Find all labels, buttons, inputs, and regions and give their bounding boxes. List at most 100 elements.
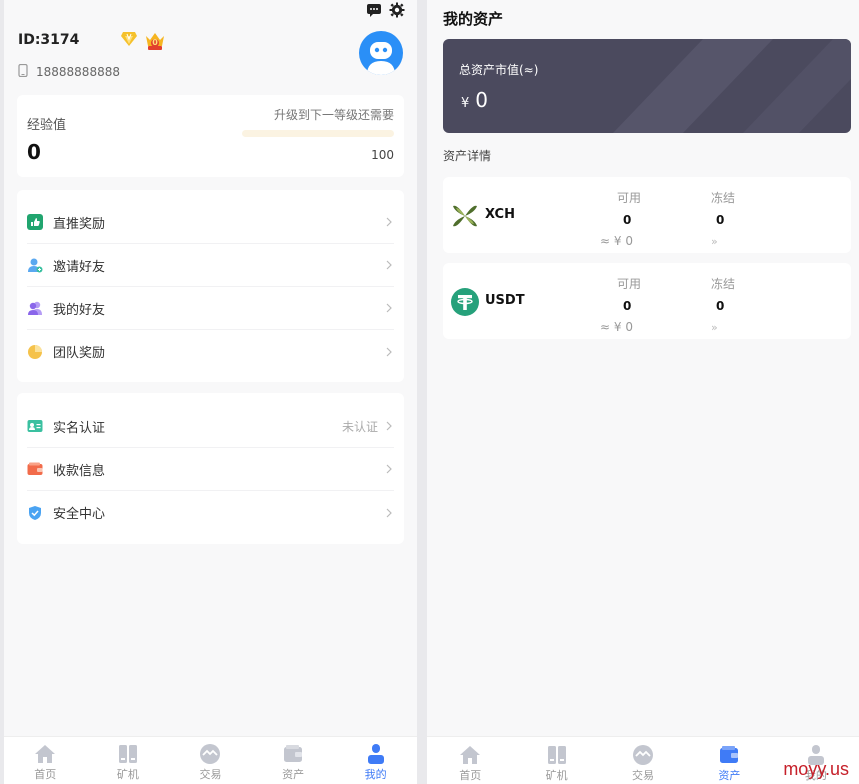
wallet-icon: [27, 461, 43, 477]
menu-item-security-center[interactable]: 安全中心: [27, 491, 394, 534]
next-level-hint: 升级到下一等级还需要: [273, 108, 394, 122]
tab-assets[interactable]: 资产: [686, 737, 772, 784]
chevron-right-icon: [386, 464, 392, 474]
tab-trade[interactable]: 交易: [600, 737, 686, 784]
card-background-decoration: [613, 39, 851, 133]
experience-max: 100: [371, 148, 394, 162]
frozen-amount: 0: [716, 213, 725, 227]
cny-value: ≈ ¥ 0: [600, 320, 633, 334]
menu-item-my-friends[interactable]: 我的好友: [27, 287, 394, 330]
assets-screen: 我的资产 总资产市值(≈) ¥0 资产详情 XCH 可用 冻结 0 0 ≈ ¥ …: [427, 0, 859, 784]
chevron-right-icon: [386, 347, 392, 356]
robot-avatar-icon: [367, 42, 395, 75]
tab-label: 首页: [34, 768, 57, 781]
miner-icon: [118, 745, 137, 763]
rewards-menu: 直推奖励 邀请好友 我的好友 团队奖励: [17, 190, 404, 382]
total-assets-card: 总资产市值(≈) ¥0: [443, 39, 851, 133]
user-id: ID:3174: [18, 32, 80, 48]
chevron-right-icon: [386, 303, 392, 313]
tab-label: 资产: [718, 769, 741, 782]
profile-screen: ID:3174 0 18888888888 经验值 0 升级到下一等级还需要 1…: [4, 0, 417, 784]
cny-value: ≈ ¥ 0: [600, 234, 633, 248]
tab-label: 矿机: [116, 768, 139, 781]
asset-card-usdt[interactable]: USDT 可用 冻结 0 0 ≈ ¥ 0 »: [443, 263, 851, 339]
phone-row: 18888888888: [18, 63, 120, 80]
menu-item-payment-info[interactable]: 收款信息: [27, 448, 394, 491]
tab-label: 首页: [459, 769, 482, 782]
experience-progress-bar: [242, 130, 394, 137]
menu-item-label: 团队奖励: [53, 346, 106, 361]
menu-item-label: 我的好友: [53, 302, 106, 318]
chevron-right-icon: [386, 508, 392, 517]
thumbs-up-icon: [27, 214, 43, 230]
page-title: 我的资产: [443, 10, 504, 28]
menu-item-team-reward[interactable]: 团队奖励: [27, 330, 394, 373]
tab-trade[interactable]: 交易: [169, 737, 252, 784]
menu-item-label: 直推奖励: [53, 216, 106, 232]
tether-icon: [451, 288, 479, 316]
tab-home[interactable]: 首页: [4, 737, 87, 784]
chevron-right-icon: [386, 260, 392, 270]
watermark-text: moyy.us: [783, 759, 849, 779]
level-badges: 0: [120, 30, 166, 52]
available-amount: 0: [623, 299, 632, 313]
frozen-header: 冻结: [711, 277, 736, 291]
asset-details-label: 资产详情: [443, 149, 492, 163]
menu-item-label: 实名认证: [53, 420, 106, 436]
menu-item-real-name[interactable]: 实名认证 未认证: [27, 405, 394, 448]
exchange-icon: [633, 745, 654, 765]
menu-item-label: 安全中心: [53, 507, 106, 522]
menu-item-direct-reward[interactable]: 直推奖励: [27, 201, 394, 244]
tab-label: 资产: [282, 768, 305, 781]
menu-item-label: 收款信息: [53, 463, 106, 479]
phone-number: 18888888888: [36, 65, 120, 79]
coin-name: XCH: [485, 207, 515, 222]
avatar[interactable]: [359, 31, 403, 75]
menu-item-label: 邀请好友: [53, 259, 106, 275]
tab-label: 交易: [632, 769, 655, 782]
frozen-amount: 0: [716, 299, 725, 313]
double-chevron-right-icon: »: [711, 321, 718, 334]
user-icon: [367, 744, 384, 764]
chia-icon: [453, 205, 477, 227]
tab-miner[interactable]: 矿机: [513, 737, 599, 784]
shield-icon: [27, 505, 43, 521]
user-add-icon: [27, 257, 43, 273]
total-assets-value: ¥0: [461, 88, 488, 112]
available-header: 可用: [617, 191, 642, 205]
tab-label: 矿机: [545, 769, 568, 782]
experience-card: 经验值 0 升级到下一等级还需要 100: [17, 95, 404, 177]
double-chevron-right-icon: »: [711, 235, 718, 248]
verification-status: 未认证: [341, 419, 378, 434]
chevron-right-icon: [386, 421, 392, 431]
total-assets-label: 总资产市值(≈): [459, 63, 539, 77]
wallet-icon: [720, 746, 739, 763]
pie-chart-icon: [27, 344, 43, 360]
tab-assets[interactable]: 资产: [252, 737, 335, 784]
tab-miner[interactable]: 矿机: [87, 737, 170, 784]
crown-badge-icon: 0: [144, 30, 166, 52]
top-icons: [366, 2, 405, 18]
currency-symbol: ¥: [461, 96, 470, 111]
bottom-tab-bar: 首页 矿机 交易 资产 我的: [4, 736, 417, 784]
menu-item-invite-friends[interactable]: 邀请好友: [27, 244, 394, 287]
tab-label: 我的: [364, 768, 387, 781]
diamond-icon: [120, 31, 138, 51]
available-amount: 0: [623, 213, 632, 227]
message-icon[interactable]: [366, 2, 382, 18]
total-amount: 0: [475, 88, 489, 112]
tab-home[interactable]: 首页: [427, 737, 513, 784]
badge-level-text: 0: [152, 38, 158, 47]
asset-card-xch[interactable]: XCH 可用 冻结 0 0 ≈ ¥ 0 »: [443, 177, 851, 253]
home-icon: [460, 746, 481, 764]
available-header: 可用: [617, 277, 642, 291]
gear-icon[interactable]: [389, 2, 405, 18]
phone-icon: [18, 63, 28, 80]
home-icon: [35, 745, 56, 763]
experience-value: 0: [27, 140, 41, 164]
tab-mine[interactable]: 我的: [334, 737, 417, 784]
exchange-icon: [200, 744, 221, 764]
miner-icon: [547, 746, 566, 764]
frozen-header: 冻结: [711, 191, 736, 205]
chevron-right-icon: [386, 217, 392, 227]
